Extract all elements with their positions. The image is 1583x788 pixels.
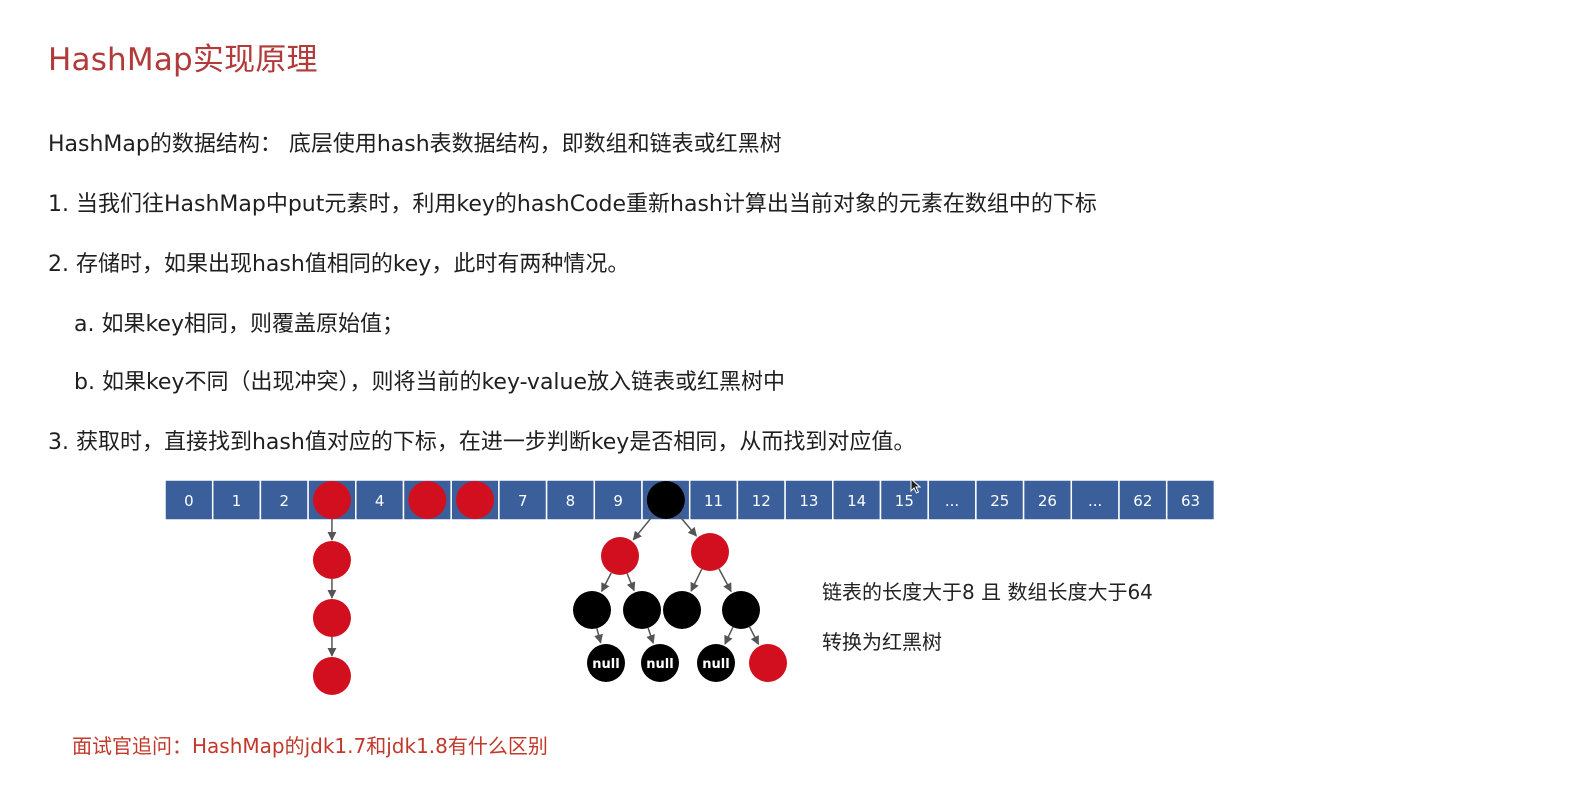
mouse-cursor-icon [910,478,922,494]
array-cell-label: 63 [1181,492,1200,510]
array-cell-label: 8 [566,492,576,510]
null-node-label: null [702,657,729,672]
edge-arrow [724,626,734,645]
array-cell-label: 62 [1133,492,1152,510]
treeify-condition-note: 链表的长度大于8 且 数组长度大于64 [822,580,1153,604]
array-cell-label: ... [945,492,959,510]
edge-arrow [718,568,732,593]
array-cell-label: 26 [1038,492,1057,510]
array-cell-label: 9 [613,492,623,510]
red-node [312,541,351,579]
red-node [749,644,787,682]
array-cell-label: 11 [704,492,723,510]
edge-arrow [646,627,655,644]
edge-arrow [594,628,603,644]
interview-followup: 面试官追问：HashMap的jdk1.7和jdk1.8有什么区别 [72,734,548,758]
treeify-result-note: 转换为红黑树 [822,630,942,654]
red-node [691,533,729,571]
array-cell-label: 14 [847,492,866,510]
array-cell-label: 2 [279,492,289,510]
null-node-label: null [592,657,619,672]
black-node [722,591,760,629]
red-node [408,481,447,519]
edge-arrow [626,573,636,592]
red-node [312,481,351,519]
edge-arrow [690,568,703,592]
edge-arrow [601,572,612,593]
array-cell-label: 13 [799,492,818,510]
array-cell-label: 12 [752,492,771,510]
edges [327,513,760,657]
array-cell-label: 25 [990,492,1009,510]
array-cell-label: ... [1088,492,1102,510]
array-cell-label: 7 [518,492,528,510]
array-cell-label: 15 [895,492,914,510]
null-node-label: null [646,657,673,672]
red-node [312,599,351,637]
array-cell-label: 0 [184,492,194,510]
edge-arrow [748,626,760,646]
array-cell-label: 4 [375,492,385,510]
hashmap-diagram: 0 1 2 4 7 8 9 11 12 13 14 15... 25 26... 62 63 null null… [164,479,1216,695]
black-node [646,481,685,519]
black-node [663,591,701,629]
red-node [456,481,495,519]
array-cell-label: 1 [232,492,242,510]
red-node [601,537,639,575]
black-node [573,591,611,629]
red-node [312,657,351,695]
black-node [623,591,661,629]
